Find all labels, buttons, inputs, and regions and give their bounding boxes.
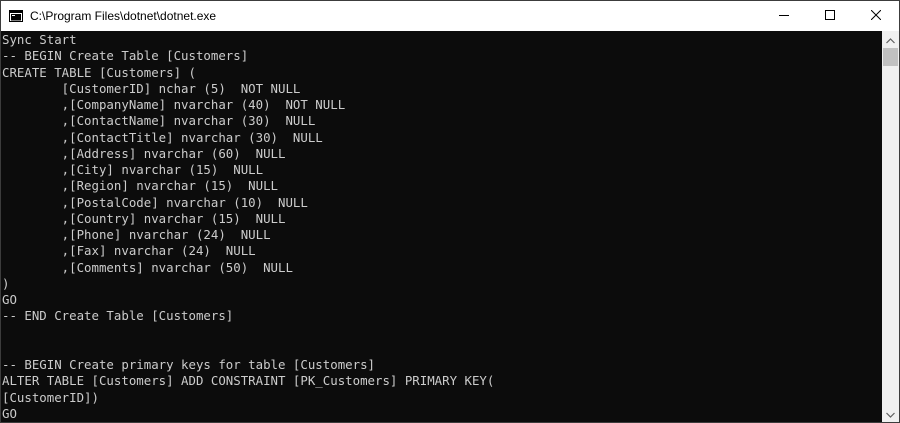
console-line: ,[Country] nvarchar (15) NULL: [2, 210, 286, 226]
console-line: ): [2, 275, 10, 291]
console-app-icon: [9, 9, 23, 22]
console-line: -- BEGIN Create Table [Customers]: [2, 48, 249, 64]
console-line: [CustomerID]): [2, 389, 99, 405]
console-line: CREATE TABLE [Customers] (: [2, 64, 196, 80]
console-line: ,[Phone] nvarchar (24) NULL: [2, 227, 271, 242]
console-line: [CustomerID] nchar (5) NOT NULL: [2, 80, 301, 96]
chevron-down-icon: [886, 405, 895, 423]
title-bar[interactable]: C:\Program Files\dotnet\dotnet.exe: [1, 1, 899, 31]
console-line: -- BEGIN Create primary keys for table […: [2, 357, 375, 372]
console-line: ,[ContactName] nvarchar (30) NULL: [2, 113, 316, 129]
scrollbar-thumb[interactable]: [883, 48, 898, 66]
minimize-button[interactable]: [761, 1, 807, 31]
console-line: ,[CompanyName] nvarchar (40) NOT NULL: [2, 97, 346, 112]
chevron-up-icon: [886, 31, 895, 49]
close-icon: [870, 7, 882, 25]
vertical-scrollbar[interactable]: [882, 31, 899, 422]
scroll-down-button[interactable]: [882, 405, 899, 422]
scroll-up-button[interactable]: [882, 31, 899, 48]
console-output: Sync Start -- BEGIN Create Table [Custom…: [2, 32, 494, 422]
window-title: C:\Program Files\dotnet\dotnet.exe: [30, 9, 217, 23]
console-line: ,[Comments] nvarchar (50) NULL: [2, 259, 293, 275]
console-line: ,[Region] nvarchar (15) NULL: [2, 178, 279, 194]
console-line: ALTER TABLE [Customers] ADD CONSTRAINT […: [2, 373, 495, 389]
minimize-icon: [779, 7, 789, 25]
console-line: Sync Start: [2, 32, 77, 47]
maximize-icon: [825, 7, 835, 25]
console-window: C:\Program Files\dotnet\dotnet.exe Sync …: [0, 0, 900, 423]
console-line: ,[City] nvarchar (15) NULL: [2, 162, 264, 177]
console-output-area[interactable]: Sync Start -- BEGIN Create Table [Custom…: [1, 31, 882, 422]
console-line: ,[Fax] nvarchar (24) NULL: [2, 243, 256, 259]
console-line: ,[Address] nvarchar (60) NULL: [2, 145, 286, 161]
console-line: GO: [2, 292, 17, 307]
console-line: GO: [2, 405, 17, 421]
console-line: -- END Create Table [Customers]: [2, 308, 234, 324]
maximize-button[interactable]: [807, 1, 853, 31]
console-line: ,[PostalCode] nvarchar (10) NULL: [2, 194, 308, 210]
console-line: ,[ContactTitle] nvarchar (30) NULL: [2, 129, 323, 145]
close-button[interactable]: [853, 1, 899, 31]
